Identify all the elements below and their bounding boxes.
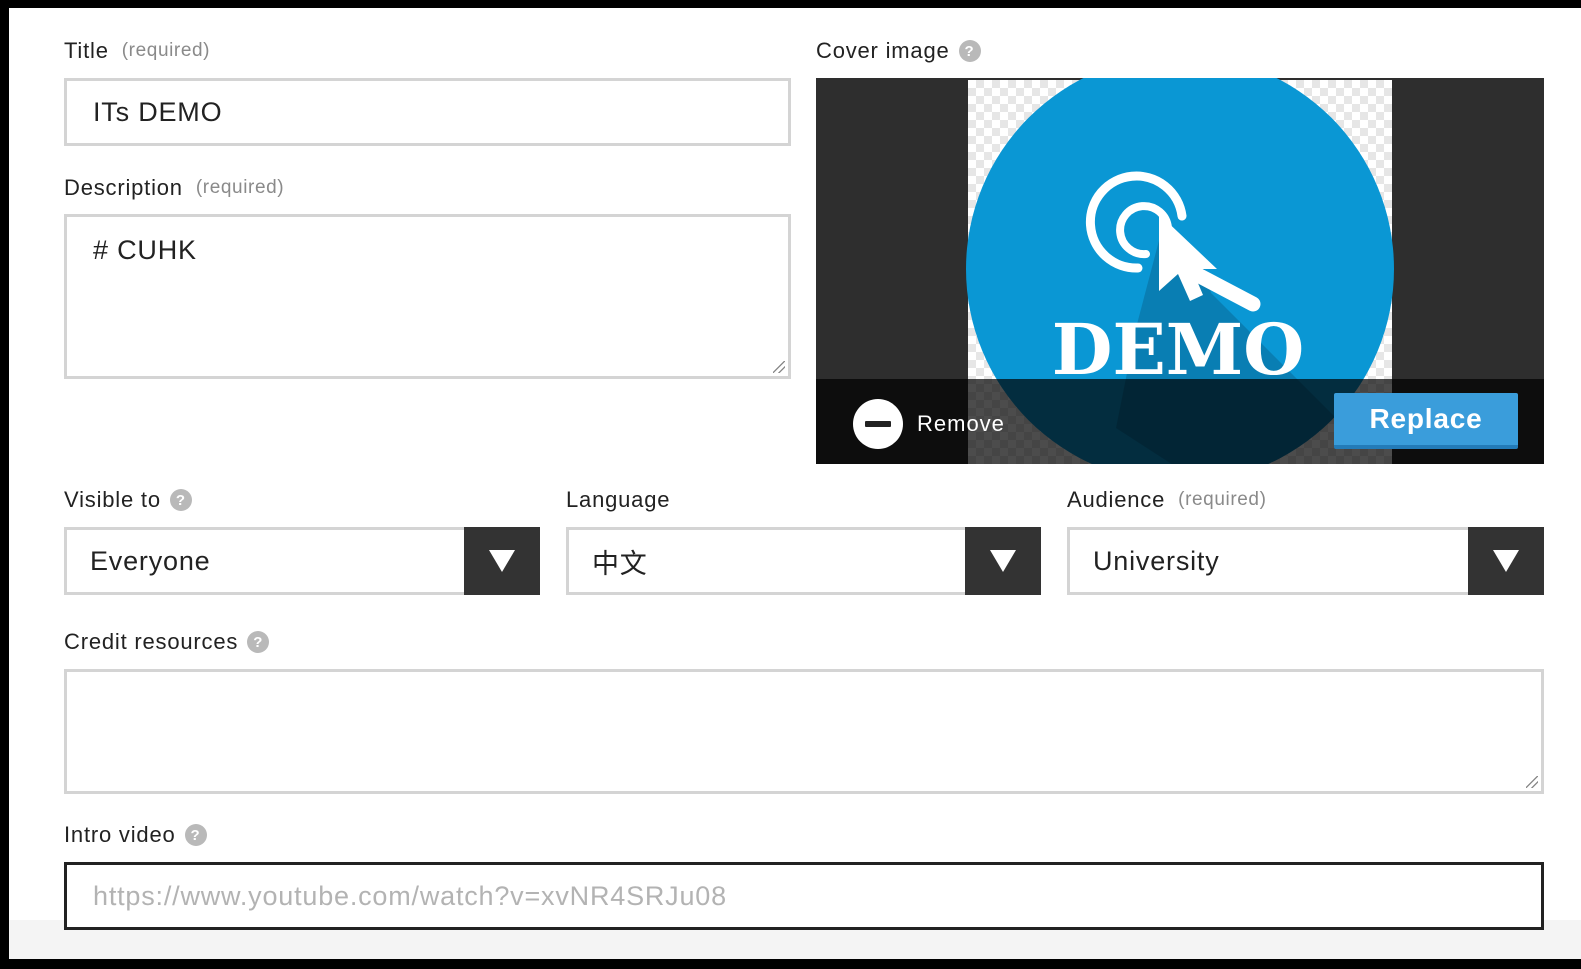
replace-cover-button[interactable]: Replace: [1334, 393, 1518, 449]
caret-down-icon: [1493, 550, 1519, 572]
title-input[interactable]: ITs DEMO: [64, 78, 791, 146]
visible-to-value: Everyone: [90, 545, 211, 576]
help-icon[interactable]: ?: [247, 631, 270, 653]
dropdown-toggle[interactable]: [464, 527, 540, 595]
credit-resources-label: Credit resources ?: [64, 629, 270, 655]
cover-action-bar: Remove Replace: [816, 379, 1544, 464]
cover-image-preview: DEMO Remove Replace: [816, 78, 1544, 464]
cover-image-label: Cover image ?: [816, 38, 981, 64]
help-icon[interactable]: ?: [958, 40, 981, 62]
help-icon[interactable]: ?: [184, 824, 207, 846]
credit-resources-textarea[interactable]: [64, 669, 1544, 794]
description-label: Description (required): [64, 175, 285, 200]
title-value: ITs DEMO: [93, 96, 223, 127]
resize-handle[interactable]: [1526, 776, 1538, 788]
required-hint: (required): [121, 40, 211, 61]
intro-video-input[interactable]: https://www.youtube.com/watch?v=xvNR4SRJ…: [64, 862, 1544, 930]
visible-to-select[interactable]: Everyone: [64, 527, 540, 595]
language-label: Language: [566, 487, 671, 512]
description-value: # CUHK: [93, 235, 197, 265]
language-value: 中文: [592, 548, 648, 579]
resize-handle[interactable]: [773, 361, 785, 373]
audience-select[interactable]: University: [1067, 527, 1544, 595]
audience-label: Audience (required): [1067, 487, 1267, 512]
audience-value: University: [1093, 545, 1220, 576]
visible-to-label: Visible to ?: [64, 487, 192, 513]
dropdown-toggle[interactable]: [1468, 527, 1544, 595]
help-icon[interactable]: ?: [169, 489, 192, 511]
intro-video-label: Intro video ?: [64, 822, 207, 848]
minus-icon: [853, 399, 903, 449]
intro-video-placeholder: https://www.youtube.com/watch?v=xvNR4SRJ…: [93, 880, 727, 911]
required-hint: (required): [1178, 489, 1267, 510]
caret-down-icon: [489, 550, 515, 572]
dropdown-toggle[interactable]: [965, 527, 1041, 595]
remove-cover-button[interactable]: Remove: [853, 399, 1005, 449]
course-settings-form: Title (required) ITs DEMO Description (r…: [9, 8, 1581, 959]
title-label: Title (required): [64, 38, 211, 63]
remove-label: Remove: [917, 411, 1005, 436]
description-textarea[interactable]: # CUHK: [64, 214, 791, 379]
language-select[interactable]: 中文: [566, 527, 1041, 595]
required-hint: (required): [195, 177, 285, 198]
caret-down-icon: [990, 550, 1016, 572]
